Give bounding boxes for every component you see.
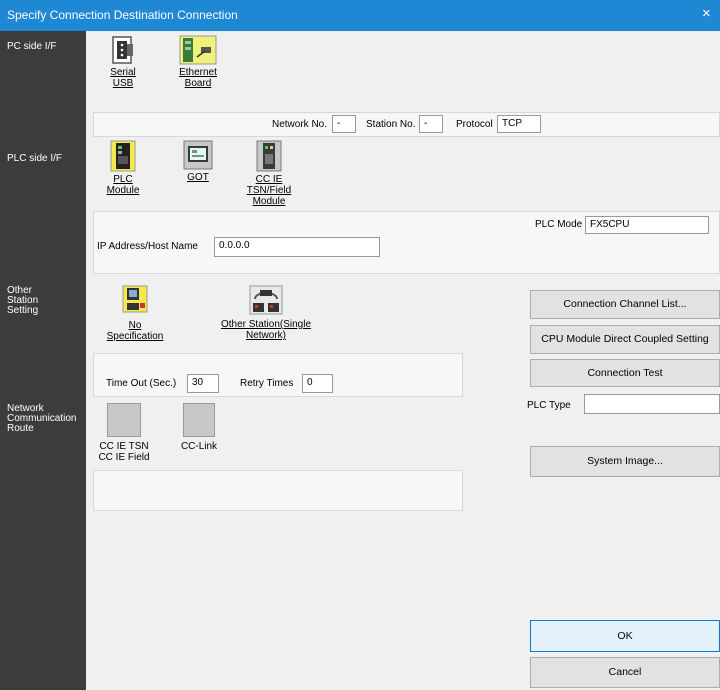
protocol-label: Protocol — [456, 119, 493, 130]
sidebar-label-pc-side: PC side I/F — [7, 41, 57, 52]
cc-link-label: CC-Link — [180, 441, 218, 452]
other-station-single-network-label: Other Station(Single Network) — [220, 319, 312, 341]
close-icon[interactable]: × — [702, 5, 711, 22]
plc-mode-label: PLC Mode — [535, 219, 583, 230]
serial-usb-icon — [112, 36, 133, 64]
no-specification-icon — [122, 285, 148, 313]
cc-ie-tsn-icon — [107, 403, 141, 437]
plc-module-label: PLC Module — [106, 174, 140, 196]
ip-address-label: IP Address/Host Name — [97, 241, 198, 252]
connection-test-button[interactable]: Connection Test — [530, 359, 720, 387]
ok-button[interactable]: OK — [530, 620, 720, 652]
network-no-label: Network No. — [272, 119, 328, 130]
sidebar-label-network-route: Network Communication Route — [7, 403, 77, 434]
got-label: GOT — [187, 172, 209, 183]
plc-module-icon — [110, 140, 136, 172]
retry-times-label: Retry Times — [240, 378, 294, 389]
cc-ie-module-label: CC IE TSN/Field Module — [246, 174, 292, 207]
got-icon — [183, 140, 213, 170]
no-specification-label: No Specification — [106, 320, 164, 342]
protocol-field[interactable]: TCP — [497, 115, 541, 133]
cancel-button[interactable]: Cancel — [530, 657, 720, 688]
cpu-module-direct-coupled-setting-button[interactable]: CPU Module Direct Coupled Setting — [530, 325, 720, 354]
cc-ie-tsn-route-option[interactable]: CC IE TSN CC IE Field — [97, 403, 151, 463]
cc-link-route-option[interactable]: CC-Link — [176, 403, 222, 452]
sidebar-label-other-station: Other Station Setting — [7, 285, 39, 316]
cc-ie-module-icon — [256, 140, 282, 172]
network-station-icon — [249, 285, 283, 315]
retry-times-input[interactable]: 0 — [302, 374, 333, 393]
cc-ie-tsn-label: CC IE TSN CC IE Field — [98, 441, 150, 463]
plc-type-label: PLC Type — [527, 400, 571, 411]
no-specification-option[interactable]: No Specification — [100, 285, 170, 342]
ip-address-input[interactable]: 0.0.0.0 — [214, 237, 380, 257]
other-station-single-network-option[interactable]: Other Station(Single Network) — [216, 285, 316, 341]
plc-type-field — [584, 394, 720, 414]
plc-mode-field: FX5CPU — [585, 216, 709, 234]
cc-link-icon — [183, 403, 215, 437]
ethernet-board-option[interactable]: Ethernet Board — [173, 35, 223, 89]
serial-usb-label: Serial USB — [110, 67, 136, 89]
network-route-panel — [93, 470, 463, 511]
title-bar: Specify Connection Destination Connectio… — [0, 0, 720, 31]
cc-ie-module-option[interactable]: CC IE TSN/Field Module — [246, 140, 292, 207]
sidebar: PC side I/F PLC side I/F Other Station S… — [0, 31, 86, 690]
station-no-label: Station No. — [366, 119, 416, 130]
got-option[interactable]: GOT — [177, 140, 219, 183]
ethernet-board-icon — [179, 35, 217, 65]
station-no-field[interactable]: - — [419, 115, 443, 133]
serial-usb-option[interactable]: Serial USB — [103, 35, 143, 89]
timeout-label: Time Out (Sec.) — [106, 378, 177, 389]
system-image-button[interactable]: System Image... — [530, 446, 720, 477]
timeout-input[interactable]: 30 — [187, 374, 219, 393]
network-no-field[interactable]: - — [332, 115, 356, 133]
ethernet-board-label: Ethernet Board — [179, 67, 217, 89]
connection-channel-list-button[interactable]: Connection Channel List... — [530, 290, 720, 319]
sidebar-label-plc-side: PLC side I/F — [7, 153, 63, 164]
plc-module-option[interactable]: PLC Module — [103, 140, 143, 196]
window-title: Specify Connection Destination Connectio… — [7, 8, 238, 22]
timeout-panel — [93, 353, 463, 397]
